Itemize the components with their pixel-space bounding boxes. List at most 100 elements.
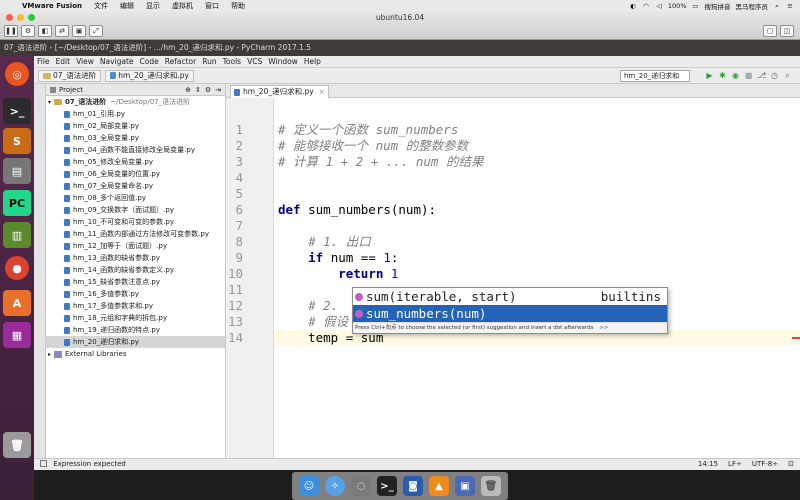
code-line[interactable]: # 能够接收一个 num 的整数参数 xyxy=(278,138,468,154)
external-libraries[interactable]: ▸ External Libraries xyxy=(46,348,225,360)
file-tree-item[interactable]: hm_20_递归求和.py xyxy=(46,336,225,348)
pc-menu-window[interactable]: Window xyxy=(265,57,301,66)
device-icon[interactable]: ▣ xyxy=(72,25,86,37)
software-center-icon[interactable]: A xyxy=(3,290,31,316)
file-tree-item[interactable]: hm_12_加等于（面试题）.py xyxy=(46,240,225,252)
file-tree-item[interactable]: hm_01_引用.py xyxy=(46,108,225,120)
vmware-icon[interactable]: ▣ xyxy=(455,476,475,496)
finder-icon[interactable]: ☺ xyxy=(299,476,319,496)
caret-position[interactable]: 14:15 xyxy=(698,459,718,470)
menu-file[interactable]: 文件 xyxy=(88,1,114,11)
tool-windows-icon[interactable] xyxy=(40,460,47,467)
code-line[interactable]: # 2. xyxy=(278,298,338,314)
file-tree-item[interactable]: hm_08_多个返回值.py xyxy=(46,192,225,204)
library-icon[interactable]: ◫ xyxy=(780,25,794,37)
vlc-icon[interactable]: ▲ xyxy=(429,476,449,496)
pc-menu-file[interactable]: File xyxy=(34,57,53,66)
sync-icon[interactable]: ⊕ xyxy=(185,86,191,94)
debug-icon[interactable]: ✱ xyxy=(718,71,727,80)
code-line[interactable]: if num == 1: xyxy=(278,250,398,266)
lock-icon[interactable]: ⊡ xyxy=(788,459,794,470)
terminal-icon[interactable]: >_ xyxy=(377,476,397,496)
menu-help[interactable]: 帮助 xyxy=(225,1,251,11)
input-method[interactable]: 搜狗拼音 xyxy=(705,1,731,11)
pc-menu-edit[interactable]: Edit xyxy=(53,57,74,66)
file-tree-item[interactable]: hm_11_函数内部通过方法修改可变参数.py xyxy=(46,228,225,240)
user-name[interactable]: 黑马程序员 xyxy=(736,1,769,11)
volume-icon[interactable]: ◁ xyxy=(655,2,663,10)
file-tree-item[interactable]: hm_17_多值参数求和.py xyxy=(46,300,225,312)
sublime-icon[interactable]: S xyxy=(3,128,31,154)
snapshot-icon[interactable]: ◧ xyxy=(38,25,52,37)
code-line[interactable]: # 假设 xyxy=(278,314,348,330)
run-config-select[interactable]: hm_20_递归求和 xyxy=(620,70,690,82)
pc-menu-run[interactable]: Run xyxy=(199,57,219,66)
settings-icon[interactable]: ⚙ xyxy=(21,25,35,37)
workspaces-icon[interactable]: ▦ xyxy=(3,322,31,348)
tree-root[interactable]: ▾ 07_语法进阶 ~/Desktop/07_语法进阶 xyxy=(46,96,225,108)
project-header-label[interactable]: Project xyxy=(59,86,83,94)
gear-icon[interactable]: ⚙ xyxy=(205,86,211,94)
completion-item[interactable]: sum(iterable, start) builtins xyxy=(353,288,667,305)
file-tree-item[interactable]: hm_14_函数的缺省参数定义.py xyxy=(46,264,225,276)
completion-hint-link[interactable]: >> xyxy=(599,325,608,331)
file-tree-item[interactable]: hm_03_全局变量.py xyxy=(46,132,225,144)
pc-menu-code[interactable]: Code xyxy=(137,57,162,66)
menu-app-name[interactable]: VMware Fusion xyxy=(16,2,88,10)
file-tree-item[interactable]: hm_19_递归函数的特点.py xyxy=(46,324,225,336)
pc-menu-tools[interactable]: Tools xyxy=(220,57,244,66)
file-encoding[interactable]: UTF-8÷ xyxy=(752,459,778,470)
code-line[interactable]: # 定义一个函数 sum_numbers xyxy=(278,122,458,138)
code-line[interactable]: # 1. 出口 xyxy=(278,234,371,250)
pc-menu-view[interactable]: View xyxy=(73,57,97,66)
file-tree-item[interactable]: hm_04_函数不能直接修改全局变量.py xyxy=(46,144,225,156)
code-editor[interactable]: # 定义一个函数 sum_numbers # 能够接收一个 num 的整数参数 # … xyxy=(274,98,800,458)
share-icon[interactable]: ⇄ xyxy=(55,25,69,37)
close-tab-icon[interactable]: × xyxy=(319,86,325,98)
line-separator[interactable]: LF÷ xyxy=(728,459,742,470)
history-icon[interactable]: ◷ xyxy=(770,71,779,80)
books-icon[interactable]: ▥ xyxy=(3,222,31,248)
safari-icon[interactable]: ✧ xyxy=(325,476,345,496)
completion-item-selected[interactable]: sum_numbers(num) xyxy=(353,305,667,322)
search-everywhere-icon[interactable]: ⌕ xyxy=(783,71,792,80)
fullscreen-icon[interactable]: ⤢ xyxy=(89,25,103,37)
menu-vm[interactable]: 虚拟机 xyxy=(166,1,199,11)
pycharm-icon[interactable]: PC xyxy=(3,190,31,216)
vcs-icon[interactable]: ⎇ xyxy=(757,71,766,80)
code-line[interactable]: return 1 xyxy=(278,266,398,282)
pc-menu-navigate[interactable]: Navigate xyxy=(97,57,137,66)
code-line[interactable]: def sum_numbers(num): xyxy=(278,202,436,218)
search-icon[interactable]: ⌕ xyxy=(773,2,781,10)
code-line[interactable]: # 计算 1 + 2 + ... num 的结果 xyxy=(278,154,484,170)
unity-icon[interactable]: ▢ xyxy=(763,25,777,37)
ubuntu-dash-icon[interactable]: ◎ xyxy=(5,62,29,86)
file-tree-item[interactable]: hm_18_元组和字典的拆包.py xyxy=(46,312,225,324)
file-tree-item[interactable]: hm_07_全局变量命名.py xyxy=(46,180,225,192)
menu-view[interactable]: 显示 xyxy=(140,1,166,11)
file-tree-item[interactable]: hm_09_交换数字（面试题）.py xyxy=(46,204,225,216)
file-tree-item[interactable]: hm_16_多值参数.py xyxy=(46,288,225,300)
file-tree-item[interactable]: hm_06_全局变量的位置.py xyxy=(46,168,225,180)
collapse-icon[interactable]: ⇕ xyxy=(195,86,201,94)
sync-icon[interactable]: ◐ xyxy=(629,2,637,10)
file-tree-item[interactable]: hm_15_缺省参数注意点.py xyxy=(46,276,225,288)
run-icon[interactable]: ▶ xyxy=(705,71,714,80)
file-tree-item[interactable]: hm_10_不可变和可变的参数.py xyxy=(46,216,225,228)
battery-icon[interactable]: ▭ xyxy=(692,2,700,10)
trash-icon[interactable]: 🗑 xyxy=(3,432,31,458)
stop-icon[interactable]: ■ xyxy=(744,71,753,80)
menu-window[interactable]: 窗口 xyxy=(199,1,225,11)
file-tree-item[interactable]: hm_13_函数的缺省参数.py xyxy=(46,252,225,264)
pause-icon[interactable]: ❚❚ xyxy=(4,25,18,37)
pc-menu-help[interactable]: Help xyxy=(301,57,324,66)
wifi-icon[interactable]: ◠ xyxy=(642,2,650,10)
terminal-icon[interactable]: >_ xyxy=(3,98,31,124)
screen-recorder-icon[interactable]: ◙ xyxy=(403,476,423,496)
breadcrumb-file[interactable]: hm_20_递归求和.py xyxy=(105,69,194,82)
pc-menu-vcs[interactable]: VCS xyxy=(244,57,265,66)
launchpad-icon[interactable]: ◌ xyxy=(351,476,371,496)
editor-tab-active[interactable]: hm_20_递归求和.py × xyxy=(230,85,329,98)
menu-list-icon[interactable]: ≡ xyxy=(786,2,794,10)
breadcrumb-project[interactable]: 07_语法进阶 xyxy=(38,69,102,82)
